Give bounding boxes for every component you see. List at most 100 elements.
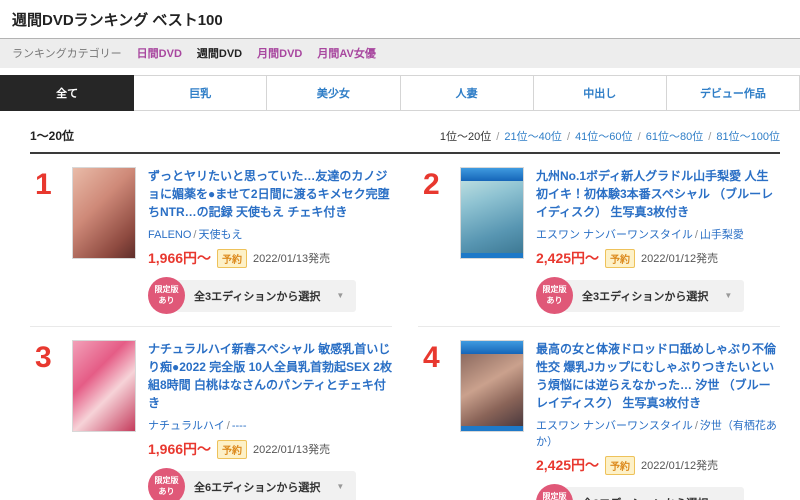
dropdown-caret-icon: ▼ bbox=[724, 291, 732, 300]
category-link-weekly[interactable]: 週間DVD bbox=[197, 45, 242, 61]
maker-separator: / bbox=[695, 420, 698, 432]
maker-line: エスワン ナンバーワンスタイル/山手梨愛 bbox=[536, 226, 780, 242]
pagination-separator: / bbox=[567, 131, 570, 143]
limited-badge-line2: あり bbox=[159, 296, 175, 306]
price-text: 1,966円～ bbox=[148, 439, 211, 459]
dvd-cover-thumbnail[interactable] bbox=[72, 167, 136, 259]
ranking-item: 3 ナチュラルハイ新春スペシャル 敏感乳首いじり痴●2022 完全版 10人全員… bbox=[30, 340, 392, 500]
edition-select-label: 全3エディションから選択 bbox=[194, 288, 320, 304]
edition-select-label: 全6エディションから選択 bbox=[194, 479, 320, 495]
edition-row: 限定版 あり 全6エディションから選択 ▼ bbox=[148, 468, 392, 500]
reserve-badge: 予約 bbox=[605, 456, 635, 475]
release-date: 2022/01/12発売 bbox=[641, 250, 718, 266]
bluray-cover-thumbnail[interactable] bbox=[460, 167, 524, 259]
limited-badge-line2: あり bbox=[159, 487, 175, 497]
limited-edition-badge: 限定版 あり bbox=[148, 277, 185, 314]
maker-separator: / bbox=[193, 229, 196, 241]
bluray-cover-thumbnail[interactable] bbox=[460, 340, 524, 432]
category-nav-label: ランキングカテゴリー bbox=[12, 45, 122, 61]
limited-edition-badge: 限定版 あり bbox=[536, 277, 573, 314]
pagination-link[interactable]: 21位～40位 bbox=[504, 131, 561, 143]
page-title: 週間DVDランキング ベスト100 bbox=[0, 0, 800, 38]
maker-link[interactable]: FALENO bbox=[148, 229, 191, 241]
ranking-cell: 2 九州No.1ボディ新人グラドル山手梨愛 人生初イキ！初体験3本番スペシャル … bbox=[418, 154, 780, 327]
ranking-cell: 1 ずっとヤリたいと思っていた…友達のカノジョに媚薬を●ませて2日間に渡るキメセ… bbox=[30, 154, 392, 327]
price-line: 1,966円～ 予約 2022/01/13発売 bbox=[148, 248, 392, 268]
edition-select-label: 全3エディションから選択 bbox=[582, 288, 708, 304]
product-title-link[interactable]: ナチュラルハイ新春スペシャル 敏感乳首いじり痴●2022 完全版 10人全員乳首… bbox=[148, 340, 392, 412]
category-link-monthly-actress[interactable]: 月間AV女優 bbox=[317, 45, 375, 61]
tab-married[interactable]: 人妻 bbox=[401, 75, 534, 111]
ranking-cell: 4 最高の女と体液ドロッドロ舐めしゃぶり不倫性交 爆乳Jカップにむしゃぶりつきた… bbox=[418, 327, 780, 500]
genre-tabs: 全て 巨乳 美少女 人妻 中出し デビュー作品 bbox=[0, 75, 800, 111]
actress-link[interactable]: 天使もえ bbox=[198, 229, 242, 241]
release-date: 2022/01/12発売 bbox=[641, 457, 718, 473]
price-text: 2,425円～ bbox=[536, 455, 599, 475]
release-date: 2022/01/13発売 bbox=[253, 441, 330, 457]
maker-separator: / bbox=[695, 229, 698, 241]
actress-link[interactable]: 山手梨愛 bbox=[700, 229, 744, 241]
pagination-link[interactable]: 61位～80位 bbox=[646, 131, 703, 143]
rank-number: 1 bbox=[30, 167, 72, 314]
ranking-item: 4 最高の女と体液ドロッドロ舐めしゃぶり不倫性交 爆乳Jカップにむしゃぶりつきた… bbox=[418, 340, 780, 500]
current-range-label: 1～20位 bbox=[30, 127, 74, 144]
rank-number: 2 bbox=[418, 167, 460, 314]
price-text: 1,966円～ bbox=[148, 248, 211, 268]
edition-row: 限定版 あり 全3エディションから選択 ▼ bbox=[536, 277, 780, 314]
maker-separator: / bbox=[227, 420, 230, 432]
limited-badge-line2: あり bbox=[547, 296, 563, 306]
rank-number: 3 bbox=[30, 340, 72, 500]
category-link-daily[interactable]: 日間DVD bbox=[137, 45, 182, 61]
pagination-link[interactable]: 81位～100位 bbox=[716, 131, 780, 143]
pagination-separator: / bbox=[708, 131, 711, 143]
limited-badge-line1: 限定版 bbox=[155, 476, 179, 486]
limited-edition-badge: 限定版 あり bbox=[148, 468, 185, 500]
tab-creampie[interactable]: 中出し bbox=[534, 75, 667, 111]
ranking-cell: 3 ナチュラルハイ新春スペシャル 敏感乳首いじり痴●2022 完全版 10人全員… bbox=[30, 327, 392, 500]
category-nav: ランキングカテゴリー 日間DVD 週間DVD 月間DVD 月間AV女優 bbox=[0, 39, 800, 68]
limited-badge-line1: 限定版 bbox=[543, 492, 567, 500]
pagination-bar: 1～20位 1位～20位 / 21位～40位 / 41位～60位 / 61位～8… bbox=[30, 127, 780, 154]
price-text: 2,425円～ bbox=[536, 248, 599, 268]
edition-select-label: 全3エディションから選択 bbox=[582, 495, 708, 500]
pagination-separator: / bbox=[638, 131, 641, 143]
maker-line: エスワン ナンバーワンスタイル/汐世（有栖花あか） bbox=[536, 417, 780, 449]
tab-beautiful-girl[interactable]: 美少女 bbox=[267, 75, 400, 111]
maker-link[interactable]: エスワン ナンバーワンスタイル bbox=[536, 229, 693, 241]
tab-busty[interactable]: 巨乳 bbox=[134, 75, 267, 111]
pagination-link[interactable]: 41位～60位 bbox=[575, 131, 632, 143]
product-title-link[interactable]: 九州No.1ボディ新人グラドル山手梨愛 人生初イキ！初体験3本番スペシャル （ブ… bbox=[536, 167, 780, 221]
edition-select-button[interactable]: 全3エディションから選択 ▼ bbox=[564, 280, 744, 312]
price-line: 1,966円～ 予約 2022/01/13発売 bbox=[148, 439, 392, 459]
maker-line: FALENO/天使もえ bbox=[148, 226, 392, 242]
edition-select-button[interactable]: 全3エディションから選択 ▼ bbox=[564, 487, 744, 500]
reserve-badge: 予約 bbox=[217, 249, 247, 268]
product-title-link[interactable]: ずっとヤリたいと思っていた…友達のカノジョに媚薬を●ませて2日間に渡るキメセク完… bbox=[148, 167, 392, 221]
release-date: 2022/01/13発売 bbox=[253, 250, 330, 266]
edition-select-button[interactable]: 全6エディションから選択 ▼ bbox=[176, 471, 356, 500]
maker-link[interactable]: ナチュラルハイ bbox=[148, 420, 225, 432]
edition-row: 限定版 あり 全3エディションから選択 ▼ bbox=[148, 277, 392, 314]
reserve-badge: 予約 bbox=[605, 249, 635, 268]
reserve-badge: 予約 bbox=[217, 440, 247, 459]
dropdown-caret-icon: ▼ bbox=[336, 291, 344, 300]
ranking-list: 1 ずっとヤリたいと思っていた…友達のカノジョに媚薬を●ませて2日間に渡るキメセ… bbox=[30, 154, 780, 500]
page-header: 週間DVDランキング ベスト100 bbox=[0, 0, 800, 39]
category-link-monthly[interactable]: 月間DVD bbox=[257, 45, 302, 61]
actress-link[interactable]: ---- bbox=[232, 420, 247, 432]
ranking-item: 2 九州No.1ボディ新人グラドル山手梨愛 人生初イキ！初体験3本番スペシャル … bbox=[418, 167, 780, 314]
maker-line: ナチュラルハイ/---- bbox=[148, 417, 392, 433]
edition-row: 限定版 あり 全3エディションから選択 ▼ bbox=[536, 484, 780, 500]
edition-select-button[interactable]: 全3エディションから選択 ▼ bbox=[176, 280, 356, 312]
rank-number: 4 bbox=[418, 340, 460, 500]
dropdown-caret-icon: ▼ bbox=[336, 482, 344, 491]
tab-debut[interactable]: デビュー作品 bbox=[667, 75, 800, 111]
price-line: 2,425円～ 予約 2022/01/12発売 bbox=[536, 455, 780, 475]
dvd-cover-thumbnail[interactable] bbox=[72, 340, 136, 432]
tab-all[interactable]: 全て bbox=[0, 75, 134, 111]
limited-badge-line1: 限定版 bbox=[155, 285, 179, 295]
ranking-item: 1 ずっとヤリたいと思っていた…友達のカノジョに媚薬を●ませて2日間に渡るキメセ… bbox=[30, 167, 392, 314]
product-title-link[interactable]: 最高の女と体液ドロッドロ舐めしゃぶり不倫性交 爆乳Jカップにむしゃぶりつきたいと… bbox=[536, 340, 780, 412]
pagination-current: 1位～20位 bbox=[440, 131, 491, 143]
maker-link[interactable]: エスワン ナンバーワンスタイル bbox=[536, 420, 693, 432]
